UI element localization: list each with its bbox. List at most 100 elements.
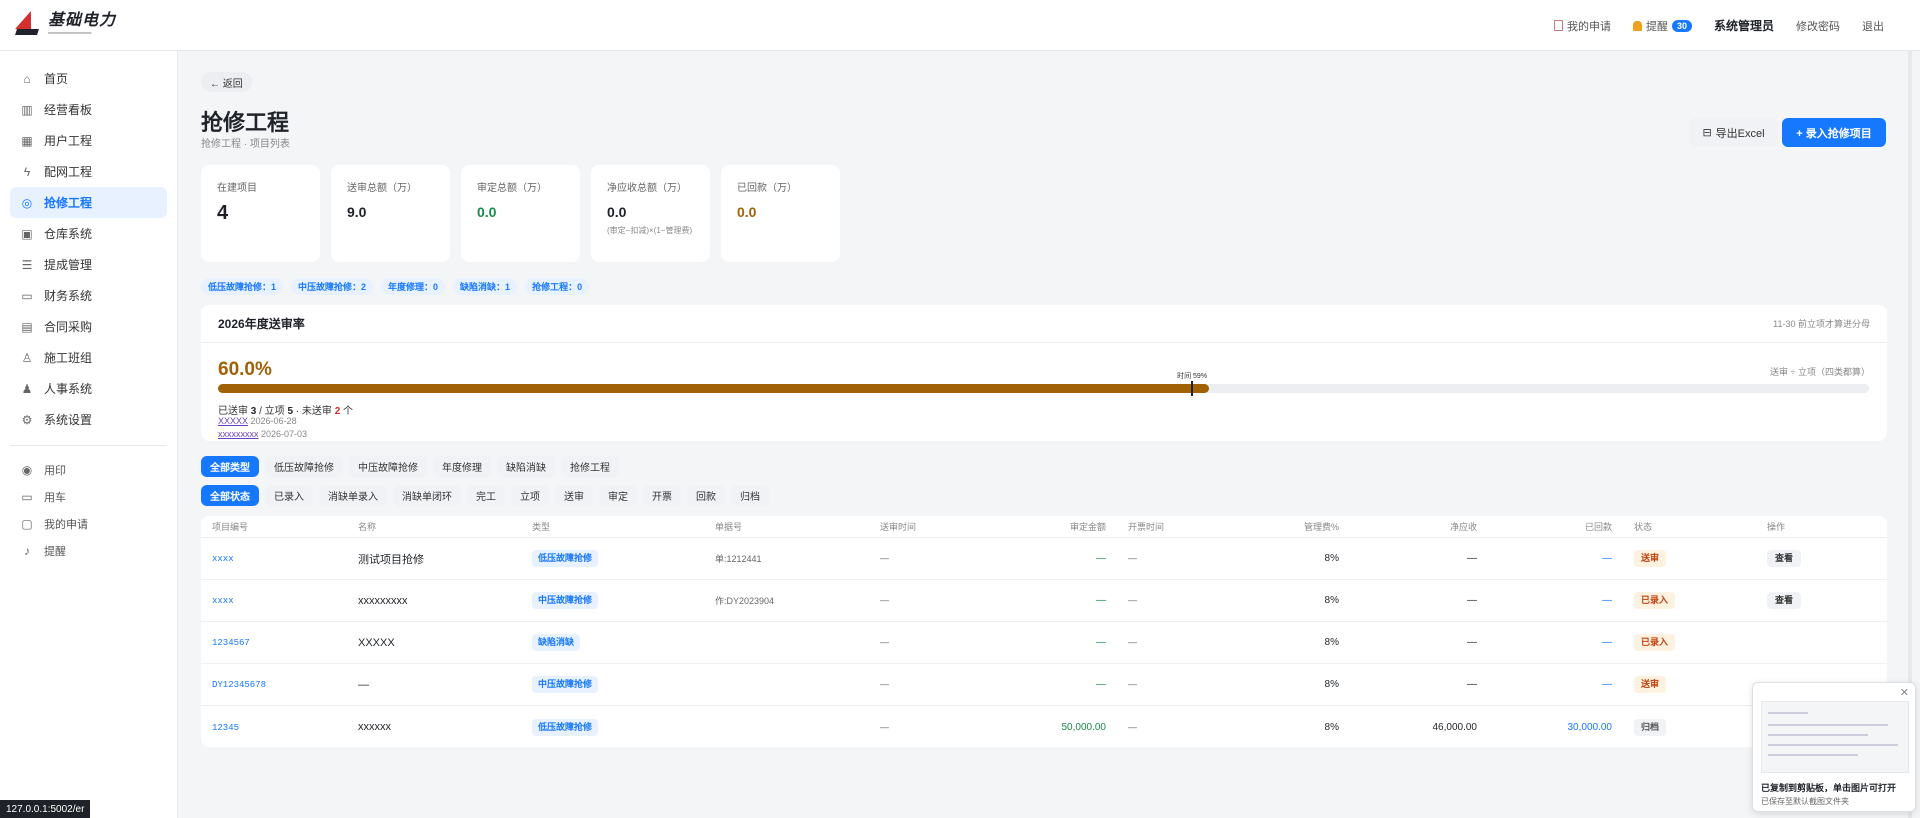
status-tab[interactable]: 送审 [555,485,593,506]
status-tab[interactable]: 完工 [467,485,505,506]
pending-entry-link[interactable]: XXXXX [218,416,248,426]
reminders-link[interactable]: 提醒 30 [1632,18,1692,34]
add-repair-project-button[interactable]: + 录入抢修项目 [1782,118,1886,147]
table-header: 项目编号 名称 类型 单据号 送审时间 审定金额 开票时间 管理费% 净应收 已回款 状态 操作 [201,516,1887,538]
chip-annual-repair[interactable]: 年度修理：0 [381,278,446,295]
team-icon: ♙ [21,350,33,365]
current-user[interactable]: 系统管理员 [1714,17,1774,34]
status-url: 127.0.0.1:5002/er [0,800,91,818]
status-filter-tabs: 全部状态 已录入 消缺单录入 消缺单闭环 完工 立项 送审 审定 开票 回款 归档 [201,485,769,506]
stat-label: 送审总额（万） [347,183,417,194]
stat-card-received: 已回款（万） 0.0 [721,165,840,262]
sidebar-item-label: 合同采购 [44,320,93,334]
type-tab[interactable]: 低压故障抢修 [265,456,343,477]
project-code-link[interactable]: 1234567 [212,638,250,648]
chip-defect-fix[interactable]: 缺陷消缺：1 [453,278,518,295]
status-tab[interactable]: 回款 [687,485,725,506]
sidebar-item-9[interactable]: ♙ 施工班组 [10,342,167,373]
column-header: 单据号 [715,522,743,532]
chip-repair-project[interactable]: 抢修工程：0 [525,278,590,295]
type-tab[interactable]: 缺陷消缺 [497,456,555,477]
table-cell: — [977,637,1117,648]
table-cell: — [1117,595,1230,606]
top-right-menu: 我的申请 提醒 30 系统管理员 修改密码 退出 [1553,0,1884,51]
sidebar-item-6[interactable]: ☰ 提成管理 [10,249,167,280]
close-icon[interactable]: ✕ [1900,686,1909,699]
pending-entry-date: 2026-07-03 [261,429,308,439]
sidebar-item-1[interactable]: ▥ 经营看板 [10,94,167,125]
status-tab[interactable]: 归档 [731,485,769,506]
sidebar-item-3[interactable]: ϟ 配网工程 [10,156,167,187]
logout-link[interactable]: 退出 [1862,18,1884,34]
brand-logo[interactable]: 基础电力 ━━━━━━━━━━━━ [15,11,116,39]
status-tab[interactable]: 消缺单录入 [319,485,387,506]
project-code-link[interactable]: xxxx [212,554,234,564]
status-tab[interactable]: 审定 [599,485,637,506]
approved-amount: — [1096,595,1106,606]
time-marker-label: 时间 59% [1177,373,1208,380]
chip-low-voltage[interactable]: 低压故障抢修：1 [201,278,284,295]
rate-hint: 11-30 前立项才算进分母 [1773,319,1870,329]
table-cell: — [869,553,977,564]
view-button[interactable]: 查看 [1767,592,1802,609]
status-tab[interactable]: 已录入 [265,485,313,506]
my-requests-link[interactable]: 我的申请 [1553,18,1611,34]
sidebar-item-2[interactable]: ▦ 用户工程 [10,125,167,156]
view-button[interactable]: 查看 [1767,550,1802,567]
sidebar-item-8[interactable]: ▤ 合同采购 [10,311,167,342]
type-tab[interactable]: 抢修工程 [561,456,619,477]
sidebar-item-label: 抢修工程 [44,196,93,210]
received-amount: — [1602,637,1612,648]
stat-value: 0.0 [477,204,497,220]
type-tab[interactable]: 中压故障抢修 [349,456,427,477]
sidebar-item-0[interactable]: ⌂ 首页 [10,63,167,94]
table-cell: — [869,595,977,606]
net-receivable: — [1467,595,1477,606]
sidebar-sub-item-3[interactable]: ♪ 提醒 [10,537,167,564]
status-tab[interactable]: 全部状态 [201,485,259,506]
status-tab[interactable]: 立项 [511,485,549,506]
status-tab[interactable]: 消缺单闭环 [393,485,461,506]
change-password-link[interactable]: 修改密码 [1796,18,1840,34]
back-button[interactable]: ← 返回 [201,72,252,92]
table-cell: — [1488,637,1623,648]
screenshot-toast[interactable]: ✕ 已复制到剪贴板，单击图片可打开 已保存至默认截图文件夹 [1752,682,1916,812]
sidebar-item-label: 经营看板 [44,103,93,117]
submit-time: — [880,679,889,689]
project-code-link[interactable]: xxxx [212,596,234,606]
project-code-link[interactable]: DY12345678 [212,680,266,690]
export-label: 导出Excel [1715,127,1765,140]
table-cell: 缺陷消缺 [521,634,704,651]
project-name: xxxxxxxxx [358,594,408,607]
sidebar-item-4[interactable]: ◎ 抢修工程 [10,187,167,218]
sidebar-sub-item-2[interactable]: ▢ 我的申请 [10,510,167,537]
table-cell: xxxxxx [347,721,521,733]
sidebar-item-11[interactable]: ⚙ 系统设置 [10,404,167,435]
screenshot-thumbnail[interactable] [1761,701,1909,773]
sidebar-item-7[interactable]: ▭ 财务系统 [10,280,167,311]
table-row: DY12345678 — 中压故障抢修 — — — 8% — — 送审 [201,664,1887,706]
type-tab[interactable]: 全部类型 [201,456,259,477]
sidebar-item-5[interactable]: ▣ 仓库系统 [10,218,167,249]
net-receivable: 46,000.00 [1432,721,1478,733]
sidebar-sub-item-1[interactable]: ▭ 用车 [10,483,167,510]
toast-title: 已复制到剪贴板，单击图片可打开 [1761,783,1897,793]
table-row: 1234567 XXXXX 缺陷消缺 — — — 8% — — 已录入 [201,622,1887,664]
chip-mid-voltage[interactable]: 中压故障抢修：2 [291,278,374,295]
table-cell: — [1117,722,1230,733]
stat-card-submitted: 送审总额（万） 9.0 [331,165,450,262]
management-fee: 8% [1324,721,1339,733]
column-header: 项目编号 [212,522,249,532]
column-header: 净应收 [1449,522,1477,532]
export-excel-button[interactable]: ⊟ 导出Excel [1689,118,1778,147]
table-cell: 8% [1230,679,1350,690]
sidebar-item-10[interactable]: ♟ 人事系统 [10,373,167,404]
pending-entry-link[interactable]: xxxxxxxxx [218,429,259,439]
table-cell: 8% [1230,722,1350,733]
project-code-link[interactable]: 12345 [212,723,239,733]
column-header: 管理费% [1303,522,1339,532]
sidebar-sub-item-0[interactable]: ◉ 用印 [10,456,167,483]
status-tab[interactable]: 开票 [643,485,681,506]
type-tab[interactable]: 年度修理 [433,456,491,477]
table-cell: — [1488,595,1623,606]
